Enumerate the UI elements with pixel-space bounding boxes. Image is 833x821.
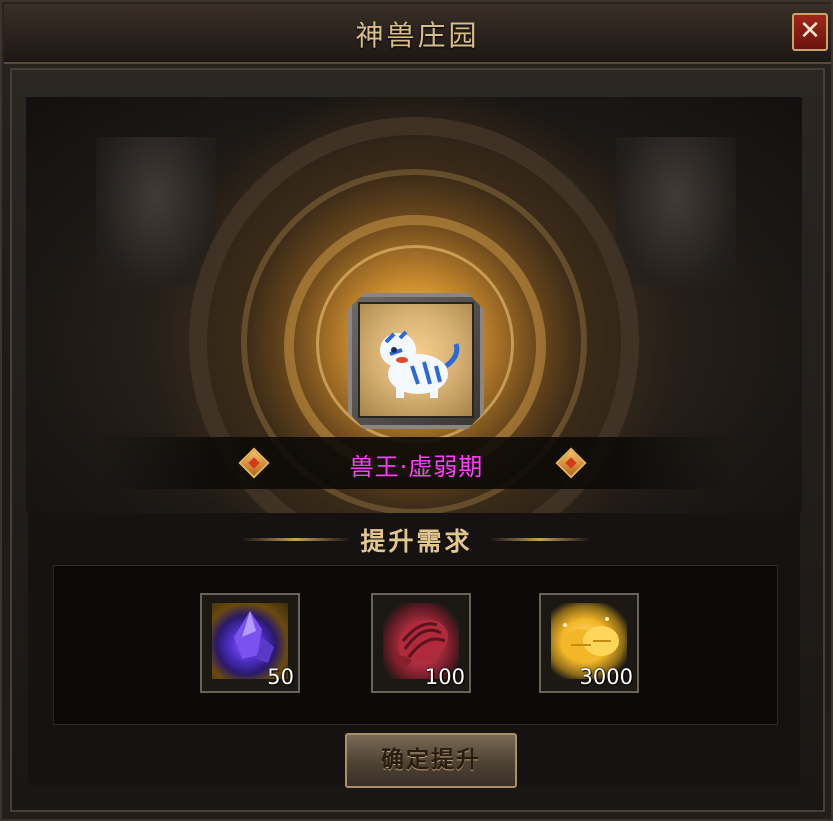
confirm-upgrade-button[interactable]: 确定提升 — [345, 733, 517, 788]
requirement-item-crystal[interactable]: 50 — [200, 593, 300, 693]
requirements-title: 提升需求 — [360, 527, 473, 556]
pet-name: 兽王·虚弱期 — [349, 453, 484, 481]
right-dragon-statue — [616, 137, 736, 287]
requirement-item-shell[interactable]: 100 — [371, 593, 471, 693]
white-tiger-icon — [380, 330, 460, 398]
title-divider-right — [490, 538, 590, 541]
item-quantity: 3000 — [579, 665, 633, 689]
item-quantity: 100 — [424, 665, 465, 689]
item-quantity: 50 — [267, 665, 294, 689]
left-dragon-statue — [96, 137, 216, 287]
close-button[interactable]: ✕ — [792, 13, 828, 51]
requirement-item-gold[interactable]: 3000 — [539, 593, 639, 693]
title-bar: 神兽庄园 ✕ — [4, 4, 831, 64]
pet-portrait[interactable] — [358, 302, 474, 418]
window-title: 神兽庄园 — [355, 19, 480, 52]
